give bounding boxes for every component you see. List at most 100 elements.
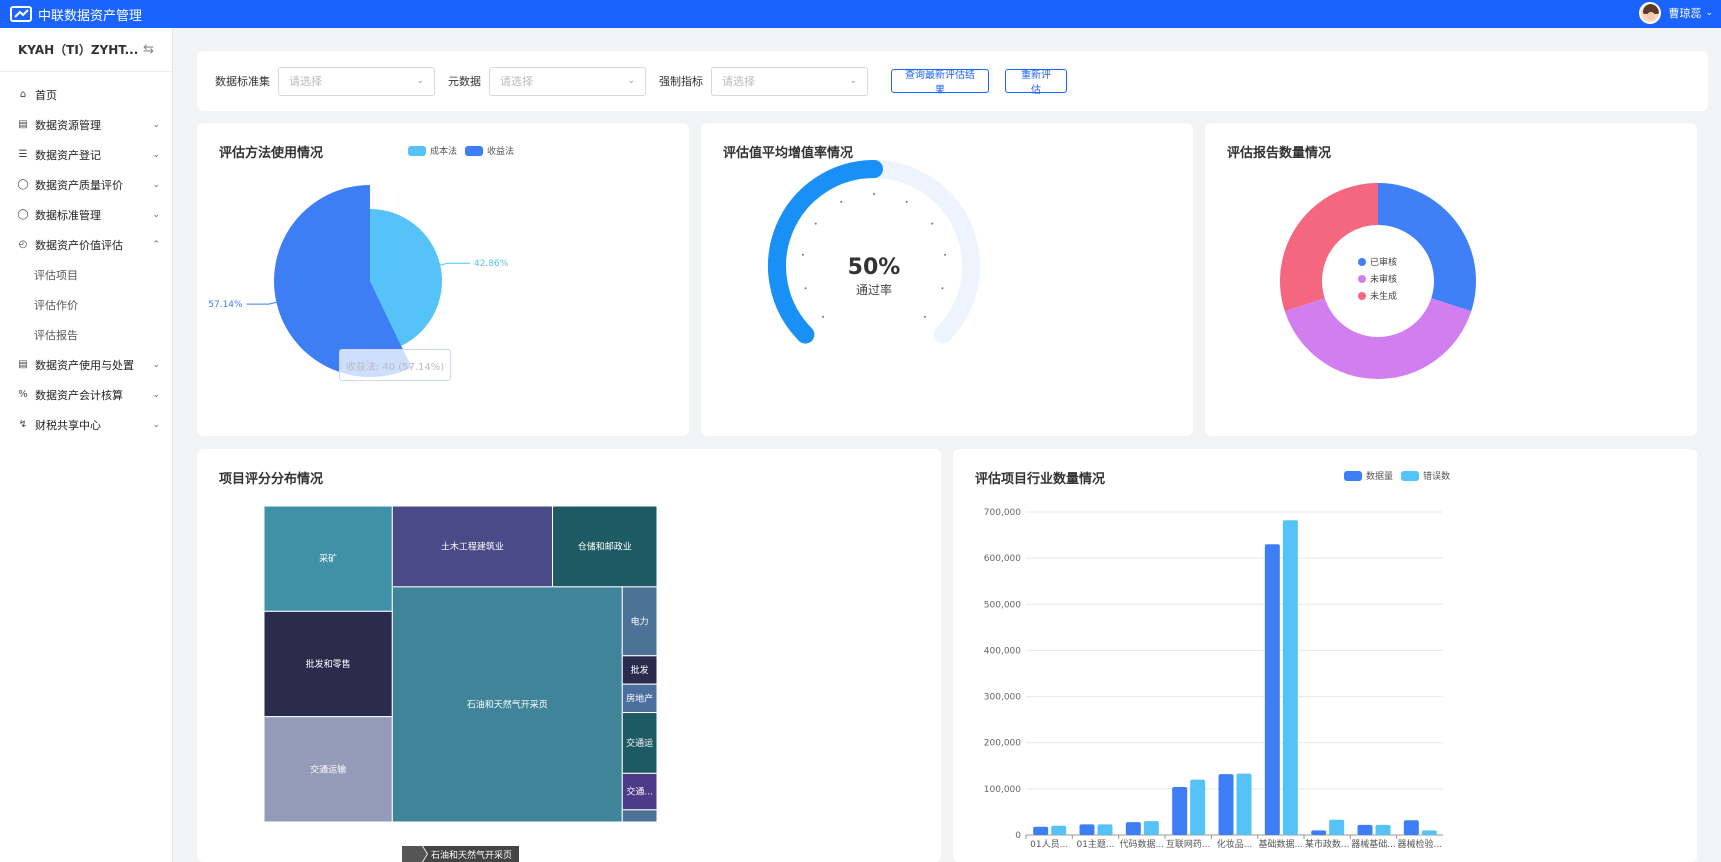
- treemap-label: 批发和零售: [306, 658, 351, 670]
- app-title: 中联数据资产管理: [38, 8, 143, 24]
- x-tick-label: 01主题...: [1076, 838, 1114, 850]
- chevron-down-icon: ⌄: [152, 210, 160, 220]
- chevron-down-icon: ⌄: [152, 120, 160, 130]
- chevron-down-icon[interactable]: ⌄: [1705, 8, 1713, 18]
- org-name[interactable]: KYAH（TI）ZYHT...: [18, 41, 138, 58]
- x-tick-label: 器械检验...: [1398, 838, 1443, 850]
- sidebar-item-resource[interactable]: ▤ 数据资源管理 ⌄: [0, 110, 172, 140]
- filter-label-mandatory: 强制指标: [659, 75, 703, 88]
- book-icon: ▤: [18, 119, 28, 130]
- treemap-label: 采矿: [319, 553, 337, 565]
- user-menu[interactable]: 曹琼蕊 ⌄: [1639, 2, 1713, 24]
- donut-slice: [1280, 183, 1378, 312]
- shield-icon: ◯: [17, 209, 29, 220]
- chevron-down-icon: ⌄: [152, 390, 160, 400]
- bar: [1357, 824, 1373, 835]
- legend-dot: [1358, 292, 1366, 300]
- sidebar-header: KYAH（TI）ZYHT... ⇆: [0, 28, 172, 72]
- bar: [1079, 824, 1095, 835]
- treemap-card: 项目评分分布情况 采矿 批发和零售 交通运输 土木工程建筑业 仓储和邮政业 石油和天然气开…: [197, 449, 941, 862]
- y-tick-label: 500,000: [984, 600, 1021, 610]
- y-tick-label: 700,000: [984, 508, 1021, 518]
- treemap-label: 电力: [631, 615, 649, 627]
- gauge-tick: [931, 222, 934, 225]
- score-treemap-chart: 采矿批发和零售交通运输 土木工程建筑业 仓储和邮政业石油和天然气开采页 电力批发房地产…: [263, 505, 658, 862]
- gauge-tick: [814, 222, 817, 225]
- bar: [1236, 773, 1252, 835]
- treemap-label: 房地产: [626, 692, 653, 704]
- pie-data-label: 57.14%: [208, 300, 243, 310]
- sidebar-item-usage[interactable]: ▤ 数据资产使用与处置 ⌄: [0, 350, 172, 380]
- industry-card: 评估项目行业数量情况 数据量 错误数 0 100,000 200,000 300,00…: [953, 449, 1697, 862]
- bar: [1421, 830, 1437, 835]
- metadata-select[interactable]: 请选择 ⌄: [489, 66, 646, 96]
- reports-donut-chart: 已审核未审核未生成: [1280, 183, 1476, 379]
- bar: [1190, 779, 1206, 835]
- gauge-tick: [905, 200, 908, 203]
- shield-icon: ◯: [17, 179, 29, 190]
- chevron-up-icon: ⌃: [152, 240, 160, 250]
- legend-label: 已审核: [1370, 256, 1397, 268]
- sidebar: KYAH（TI）ZYHT... ⇆ ⌂ 首页 ▤ 数据资源管理 ⌄ ☰ 数据资产登记 ⌄ …: [0, 28, 173, 862]
- legend-dot: [1358, 275, 1366, 283]
- standard-select[interactable]: 请选择 ⌄: [278, 66, 435, 96]
- top-bar: 中联数据资产管理 曹琼蕊 ⌄: [0, 0, 1721, 28]
- pie-data-label: 42.86%: [474, 259, 509, 269]
- breadcrumb-label: 石油和天然气开采页: [431, 849, 512, 861]
- reports-card: 评估报告数量情况 已审核 未审核 未生成: [1205, 123, 1697, 436]
- bar: [1311, 830, 1327, 835]
- x-tick-label: 器械基础...: [1351, 838, 1396, 850]
- percent-icon: %: [18, 389, 28, 400]
- x-tick-label: 基础数据...: [1259, 838, 1304, 850]
- layers-icon: ☰: [18, 149, 28, 160]
- user-name[interactable]: 曹琼蕊: [1668, 5, 1701, 21]
- gauge-tick: [923, 315, 926, 318]
- sidebar-item-eval-project[interactable]: 评估项目: [0, 260, 172, 290]
- sidebar-item-eval-price[interactable]: 评估作价: [0, 290, 172, 320]
- chart-icon: ↯: [18, 419, 28, 430]
- gauge-tick: [801, 253, 804, 256]
- x-tick-label: 某市政数...: [1305, 838, 1350, 850]
- collapse-icon[interactable]: ⇆: [143, 42, 154, 57]
- sidebar-item-accounting[interactable]: % 数据资产会计核算 ⌄: [0, 380, 172, 410]
- x-tick-label: 化妆品...: [1217, 838, 1253, 850]
- sidebar-item-home[interactable]: ⌂ 首页: [0, 80, 172, 110]
- pie-tooltip: 收益法: 40 (57.14%): [339, 349, 451, 381]
- gauge-tick: [941, 287, 944, 290]
- avatar[interactable]: [1639, 2, 1662, 24]
- treemap-label: 石油和天然气开采页: [467, 698, 548, 710]
- sidebar-item-register[interactable]: ☰ 数据资产登记 ⌄: [0, 140, 172, 170]
- gauge-tick: [804, 287, 807, 290]
- gauge-tick: [822, 315, 825, 318]
- sidebar-item-eval-report[interactable]: 评估报告: [0, 320, 172, 350]
- chevron-down-icon: ⌄: [627, 76, 635, 86]
- filter-bar: 数据标准集 请选择 ⌄ 元数据 请选择 ⌄ 强制指标 请选择 ⌄ 查询最新评估结果 重…: [197, 51, 1708, 111]
- treemap-label: 交通运: [626, 737, 653, 749]
- logo-icon[interactable]: [10, 6, 32, 22]
- industry-bar-chart: 0 100,000 200,000 300,000 400,000 500,000 600,…: [984, 508, 1443, 850]
- sidebar-item-standard[interactable]: ◯ 数据标准管理 ⌄: [0, 200, 172, 230]
- mandatory-select[interactable]: 请选择 ⌄: [711, 66, 868, 96]
- bar: [1051, 825, 1067, 835]
- gauge-subtitle: 通过率: [856, 282, 892, 297]
- sidebar-item-tax[interactable]: ↯ 财税共享中心 ⌄: [0, 410, 172, 440]
- treemap-cell: [621, 809, 658, 823]
- home-icon: ⌂: [19, 89, 27, 100]
- y-tick-label: 400,000: [984, 646, 1021, 656]
- chevron-down-icon: ⌄: [152, 420, 160, 430]
- bar: [1264, 544, 1280, 835]
- bar: [1097, 824, 1113, 835]
- gauge-progress: [768, 160, 883, 344]
- x-tick-label: 代码数据...: [1120, 838, 1165, 850]
- sidebar-item-quality[interactable]: ◯ 数据资产质量评价 ⌄: [0, 170, 172, 200]
- x-tick-label: 01人员...: [1030, 839, 1068, 850]
- bar: [1329, 819, 1345, 835]
- legend-label: 未审核: [1370, 273, 1397, 285]
- y-tick-label: 0: [1015, 831, 1021, 841]
- query-latest-button[interactable]: 查询最新评估结果: [891, 69, 989, 96]
- methods-pie-chart: 42.86% 57.14%: [208, 185, 509, 377]
- y-tick-label: 300,000: [984, 693, 1021, 703]
- reevaluate-button[interactable]: 重新评估: [1005, 69, 1067, 96]
- sidebar-item-valuation[interactable]: ◴ 数据资产价值评估 ⌃: [0, 230, 172, 260]
- bar: [1125, 822, 1141, 835]
